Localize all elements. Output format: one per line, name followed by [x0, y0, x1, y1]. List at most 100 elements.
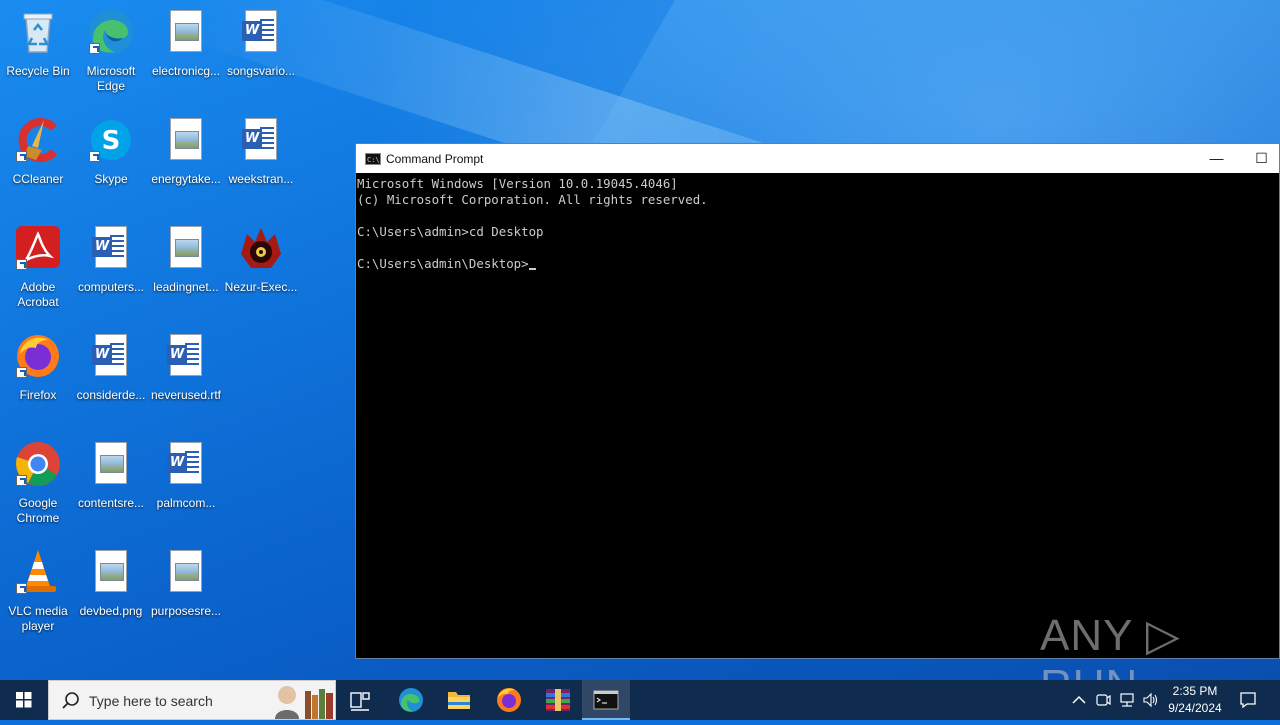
shortcut-arrow-icon [16, 259, 27, 270]
devbed-label: devbed.png [79, 604, 143, 618]
neverused-file[interactable]: W neverused.rtf [148, 332, 224, 403]
firefox-label: Firefox [19, 388, 57, 402]
taskbar-file-explorer-button[interactable] [435, 680, 483, 720]
shortcut-arrow-icon [16, 151, 27, 162]
recycle-bin-icon [14, 8, 62, 56]
energytake-file[interactable]: energytake... [148, 116, 224, 187]
firefox-shortcut[interactable]: Firefox [0, 332, 76, 403]
adobe-acrobat-shortcut[interactable]: Adobe Acrobat [0, 224, 76, 310]
skype-shortcut[interactable]: S Skype [73, 116, 149, 187]
volume-icon[interactable] [1142, 692, 1160, 708]
network-icon[interactable] [1118, 692, 1136, 708]
adobe-acrobat-label: Adobe Acrobat [17, 280, 59, 309]
leadingnet-label: leadingnet... [153, 280, 219, 294]
task-view-icon [350, 692, 370, 711]
cmd-prompt-line: C:\Users\admin\Desktop> [357, 256, 1279, 272]
image-file-icon [162, 8, 210, 56]
firefox-icon [497, 688, 521, 712]
search-icon [62, 692, 79, 709]
electronicg-label: electronicg... [151, 64, 221, 78]
considerde-file[interactable]: W considerde... [73, 332, 149, 403]
cmd-console[interactable]: Microsoft Windows [Version 10.0.19045.40… [356, 173, 1279, 658]
cmd-line: (c) Microsoft Corporation. All rights re… [357, 192, 708, 207]
cmd-line [357, 208, 1279, 224]
action-center-icon[interactable] [1238, 690, 1258, 710]
clock-time[interactable]: 2:35 PM [1165, 684, 1225, 698]
windows-logo-icon [16, 692, 32, 708]
google-chrome-label: Google Chrome [16, 496, 60, 525]
leadingnet-file[interactable]: leadingnet... [148, 224, 224, 295]
word-document-icon: W [162, 332, 210, 380]
command-prompt-icon [593, 690, 619, 710]
neverused-label: neverused.rtf [150, 388, 222, 402]
purposesre-file[interactable]: purposesre... [148, 548, 224, 619]
microsoft-edge-label: Microsoft Edge [86, 64, 136, 93]
computers-label: computers... [77, 280, 145, 294]
computers-file[interactable]: W computers... [73, 224, 149, 295]
skype-label: Skype [94, 172, 128, 186]
contentsre-file[interactable]: contentsre... [73, 440, 149, 511]
task-view-button[interactable] [336, 680, 384, 720]
taskbar-search-box[interactable]: Type here to search [48, 680, 336, 720]
search-placeholder: Type here to search [89, 693, 213, 709]
start-button[interactable] [0, 680, 48, 720]
firefox-icon [14, 332, 62, 380]
word-document-icon: W [237, 8, 285, 56]
ccleaner-shortcut[interactable]: CCleaner [0, 116, 76, 187]
taskbar-edge-button[interactable] [387, 680, 435, 720]
cmd-title: Command Prompt [386, 151, 484, 166]
cmd-line [357, 240, 1279, 256]
microsoft-edge-shortcut[interactable]: Microsoft Edge [73, 8, 149, 94]
weekstran-file[interactable]: W weekstran... [223, 116, 299, 187]
cmd-line: Microsoft Windows [Version 10.0.19045.40… [357, 176, 678, 191]
recycle-bin-shortcut[interactable]: Recycle Bin [0, 8, 76, 79]
vlc-label: VLC media player [8, 604, 68, 633]
nezur-app-icon [237, 224, 285, 272]
taskbar: Type here to search 2:35 PM 9/24/2024 [0, 680, 1280, 720]
shortcut-arrow-icon [89, 151, 100, 162]
energytake-label: energytake... [151, 172, 221, 186]
winrar-icon [546, 689, 570, 711]
shortcut-arrow-icon [89, 43, 100, 54]
show-hidden-icons-chevron-icon[interactable] [1071, 692, 1087, 708]
cmd-titlebar[interactable]: C:\ Command Prompt — ☐ [356, 144, 1279, 173]
cmd-line: C:\Users\admin>cd Desktop [357, 224, 544, 239]
nezur-exec-label: Nezur-Exec... [224, 280, 298, 294]
vlc-cone-icon [14, 548, 62, 596]
image-file-icon [162, 116, 210, 164]
songsvario-file[interactable]: W songsvario... [223, 8, 299, 79]
devbed-file[interactable]: devbed.png [73, 548, 149, 619]
maximize-button[interactable]: ☐ [1239, 144, 1280, 173]
shortcut-arrow-icon [16, 367, 27, 378]
songsvario-label: songsvario... [226, 64, 296, 78]
search-highlight-illustration-icon [275, 686, 333, 719]
google-chrome-icon [14, 440, 62, 488]
adobe-acrobat-icon [14, 224, 62, 272]
edge-icon [399, 688, 423, 712]
taskbar-firefox-button[interactable] [485, 680, 533, 720]
electronicg-file[interactable]: electronicg... [148, 8, 224, 79]
meet-now-icon[interactable] [1095, 692, 1111, 708]
clock-date[interactable]: 9/24/2024 [1162, 701, 1228, 715]
shortcut-arrow-icon [16, 475, 27, 486]
image-file-icon [87, 440, 135, 488]
minimize-button[interactable]: — [1194, 144, 1239, 173]
palmcom-file[interactable]: W palmcom... [148, 440, 224, 511]
skype-icon: S [87, 116, 135, 164]
ccleaner-label: CCleaner [12, 172, 64, 186]
cmd-app-icon: C:\ [365, 152, 381, 165]
taskbar-winrar-button[interactable] [534, 680, 582, 720]
nezur-exec-file[interactable]: Nezur-Exec... [223, 224, 299, 295]
palmcom-label: palmcom... [156, 496, 216, 510]
recycle-bin-label: Recycle Bin [6, 64, 70, 78]
vlc-shortcut[interactable]: VLC media player [0, 548, 76, 634]
word-document-icon: W [87, 224, 135, 272]
considerde-label: considerde... [76, 388, 146, 402]
google-chrome-shortcut[interactable]: Google Chrome [0, 440, 76, 526]
svg-text:S: S [102, 126, 121, 156]
folder-icon [448, 692, 470, 709]
taskbar-command-prompt-button[interactable] [582, 680, 630, 720]
command-prompt-window[interactable]: C:\ Command Prompt — ☐ Microsoft Windows… [355, 143, 1280, 659]
contentsre-label: contentsre... [77, 496, 145, 510]
word-document-icon: W [162, 440, 210, 488]
